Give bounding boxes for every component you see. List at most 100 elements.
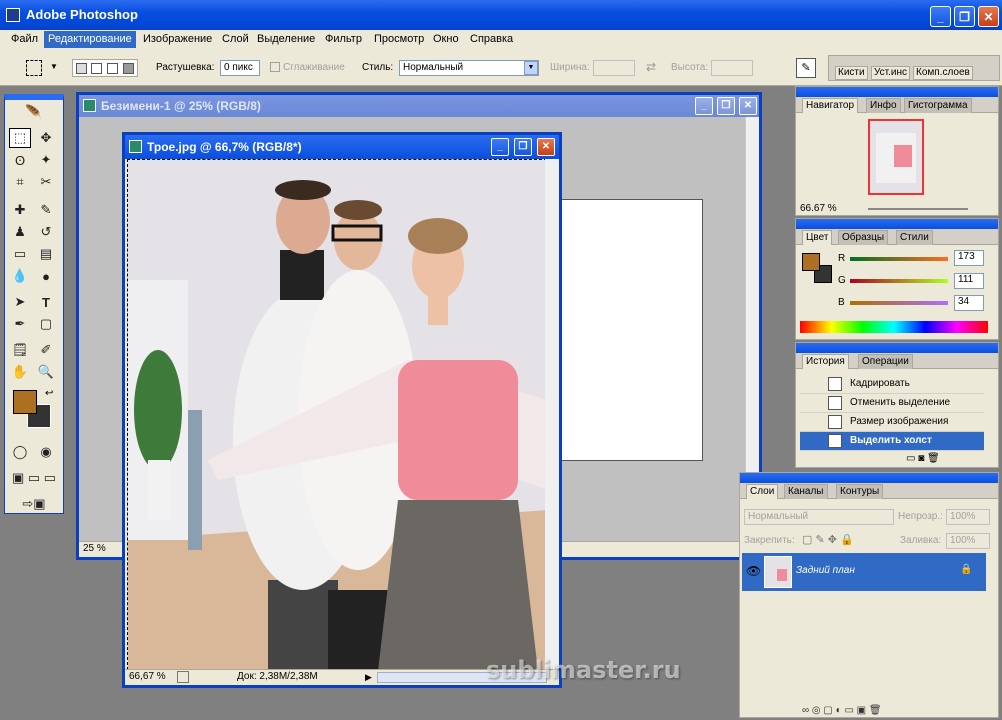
dodge-tool-icon[interactable]: ● [35, 266, 57, 286]
doc-close-button[interactable]: ✕ [739, 97, 757, 115]
menu-edit[interactable]: Редактирование [44, 31, 136, 48]
magic-wand-icon[interactable]: ✦ [35, 150, 57, 170]
minimize-button[interactable]: _ [930, 6, 951, 27]
doc-minimize-button[interactable]: _ [491, 138, 509, 156]
tab-actions[interactable]: Операции [858, 354, 913, 369]
swap-colors-icon[interactable]: ↩ [45, 388, 53, 399]
tab-history[interactable]: История [802, 354, 849, 369]
menu-select[interactable]: Выделение [257, 33, 315, 45]
menu-help[interactable]: Справка [470, 33, 513, 45]
menu-window[interactable]: Окно [433, 33, 459, 45]
palette-header[interactable] [796, 343, 998, 353]
g-input[interactable]: 111 [954, 273, 984, 289]
tab-paths[interactable]: Контуры [836, 484, 884, 499]
document-title-bar[interactable]: Трое.jpg @ 66,7% (RGB/8*) _ ❐ ✕ [125, 135, 559, 159]
b-input[interactable]: 34 [954, 295, 984, 311]
shape-tool-icon[interactable]: ▢ [35, 314, 57, 334]
r-slider[interactable] [850, 257, 948, 261]
doc-close-button[interactable]: ✕ [537, 138, 555, 156]
history-brush-icon[interactable]: ↺ [35, 222, 57, 242]
doc-maximize-button[interactable]: ❐ [514, 138, 532, 156]
canvas[interactable] [561, 199, 703, 461]
menu-filter[interactable]: Фильтр [325, 33, 362, 45]
zoom-slider[interactable] [868, 208, 968, 210]
layer-row[interactable]: 👁 Задний план 🔒 [742, 553, 986, 591]
tab-brushes[interactable]: Кисти [835, 66, 868, 80]
blur-tool-icon[interactable]: 💧 [9, 266, 31, 286]
lasso-tool-icon[interactable]: ʘ [9, 150, 31, 170]
chevron-down-icon[interactable]: ▼ [50, 62, 58, 71]
eraser-tool-icon[interactable]: ▭ [9, 244, 31, 264]
status-menu-icon[interactable] [177, 671, 189, 683]
style-dropdown-icon[interactable]: ▼ [524, 61, 538, 75]
feather-input[interactable]: 0 пикс [220, 60, 260, 76]
photo-canvas[interactable] [127, 159, 547, 670]
history-footer-icons[interactable]: ▭ ◙ 🗑 [906, 453, 940, 464]
menu-layer[interactable]: Слой [222, 33, 249, 45]
path-select-icon[interactable]: ➤ [9, 292, 31, 312]
opacity-input[interactable]: 100% [946, 509, 990, 525]
history-item[interactable]: Кадрировать [800, 375, 984, 394]
pen-tool-icon[interactable]: ✒ [9, 314, 31, 334]
height-input[interactable] [711, 60, 753, 76]
document-window-photo[interactable]: Трое.jpg @ 66,7% (RGB/8*) _ ❐ ✕ 66,67 % … [122, 132, 562, 688]
tab-navigator[interactable]: Навигатор [802, 98, 859, 113]
layers-footer-icons[interactable]: ∞ ◎ ▢ ◐ ▭ ▣ 🗑 [802, 705, 882, 716]
swap-icon[interactable]: ⇄ [646, 60, 656, 74]
tab-layers[interactable]: Слои [746, 484, 779, 499]
crop-tool-icon[interactable]: ⌗ [9, 172, 31, 192]
palette-toggle-icon[interactable]: ✎ [796, 58, 816, 78]
history-item-selected[interactable]: Выделить холст [800, 432, 984, 451]
imageready-icon[interactable]: ⇨▣ [9, 494, 59, 514]
tab-info[interactable]: Инфо [866, 98, 901, 113]
quickmask-mode-icon[interactable]: ◉ [35, 442, 57, 462]
eyedropper-icon[interactable]: ✐ [35, 340, 57, 360]
close-button[interactable]: ✕ [978, 6, 999, 27]
hand-tool-icon[interactable]: ✋ [9, 362, 31, 382]
notes-tool-icon[interactable]: 🗒 [9, 340, 31, 360]
tab-color[interactable]: Цвет [802, 230, 833, 245]
fill-input[interactable]: 100% [946, 533, 990, 549]
doc-minimize-button[interactable]: _ [695, 97, 713, 115]
tab-styles[interactable]: Стили [896, 230, 933, 245]
brush-tool-icon[interactable]: ✎ [35, 200, 57, 220]
tab-swatches[interactable]: Образцы [838, 230, 889, 245]
marquee-tool-preset-icon[interactable] [26, 60, 42, 76]
g-slider[interactable] [850, 279, 948, 283]
type-tool-icon[interactable]: T [35, 292, 57, 312]
color-fg-swatch[interactable] [802, 253, 820, 271]
navigator-thumbnail[interactable] [868, 119, 924, 195]
history-item[interactable]: Отменить выделение [800, 394, 984, 413]
b-slider[interactable] [850, 301, 948, 305]
tab-channels[interactable]: Каналы [784, 484, 828, 499]
tab-layer-comps[interactable]: Комп.слоев [913, 66, 973, 80]
palette-header[interactable] [740, 473, 998, 483]
menu-file[interactable]: Файл [11, 33, 38, 45]
slice-tool-icon[interactable]: ✂ [35, 172, 57, 192]
palette-header[interactable] [796, 219, 998, 229]
lock-icons[interactable]: ▢ ✎ ✥ 🔒 [802, 533, 854, 546]
menu-view[interactable]: Просмотр [374, 33, 424, 45]
style-select[interactable]: Нормальный [399, 60, 539, 76]
vertical-scrollbar[interactable] [545, 159, 559, 670]
gradient-tool-icon[interactable]: ▤ [35, 244, 57, 264]
move-tool-icon[interactable]: ✥ [35, 128, 57, 148]
doc-maximize-button[interactable]: ❐ [717, 97, 735, 115]
history-item[interactable]: Размер изображения [800, 413, 984, 432]
foreground-color-swatch[interactable] [13, 390, 37, 414]
palette-header[interactable] [796, 87, 998, 97]
screen-mode-icons[interactable]: ▣ ▭ ▭ [9, 468, 59, 488]
zoom-tool-icon[interactable]: 🔍 [35, 362, 57, 382]
r-input[interactable]: 173 [954, 250, 984, 266]
tab-histogram[interactable]: Гистограмма [904, 98, 972, 113]
eye-icon[interactable]: 👁 [746, 564, 761, 578]
document-title-bar[interactable]: Безимени-1 @ 25% (RGB/8) _ ❐ ✕ [79, 95, 759, 117]
antialias-checkbox[interactable] [270, 62, 280, 72]
width-input[interactable] [593, 60, 635, 76]
blend-mode-select[interactable]: Нормальный [744, 509, 894, 525]
menu-image[interactable]: Изображение [143, 33, 212, 45]
navigator-zoom[interactable]: 66.67 % [800, 203, 837, 214]
selection-mode-icons[interactable] [72, 59, 138, 77]
healing-brush-icon[interactable]: ✚ [9, 200, 31, 220]
color-spectrum[interactable] [800, 321, 988, 333]
